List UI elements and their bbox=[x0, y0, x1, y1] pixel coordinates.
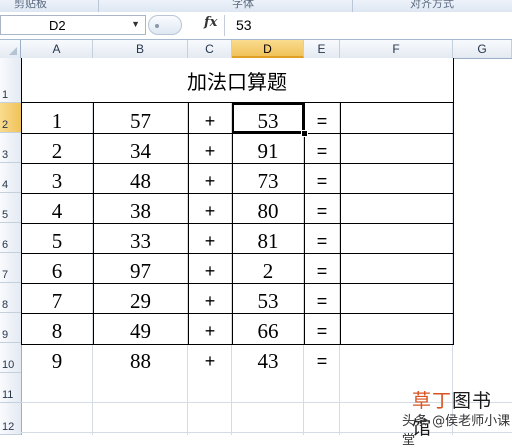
cell-a5[interactable]: 4 bbox=[21, 196, 93, 226]
cell-d5[interactable]: 80 bbox=[232, 196, 304, 226]
row-header-5[interactable]: 5 bbox=[0, 193, 21, 223]
insert-function-icon[interactable]: fx bbox=[204, 15, 217, 30]
cell-a6[interactable]: 5 bbox=[21, 226, 93, 256]
column-header-f[interactable]: F bbox=[340, 40, 453, 58]
cell-c8[interactable]: + bbox=[188, 286, 232, 316]
ribbon-separator bbox=[352, 0, 353, 12]
cell-a2[interactable]: 1 bbox=[21, 106, 93, 136]
cell-e9[interactable]: = bbox=[304, 316, 340, 346]
row-number: 12 bbox=[2, 421, 15, 433]
formula-input[interactable]: 53 bbox=[236, 17, 252, 33]
cell-c6[interactable]: + bbox=[188, 226, 232, 256]
cell-b5[interactable]: 38 bbox=[93, 196, 188, 226]
cell-b4[interactable]: 48 bbox=[93, 166, 188, 196]
cell-c4[interactable]: + bbox=[188, 166, 232, 196]
name-box[interactable]: D2 ▼ bbox=[0, 15, 146, 35]
cell-c2[interactable]: + bbox=[188, 106, 232, 136]
cell-e6[interactable]: = bbox=[304, 226, 340, 256]
row-number: 3 bbox=[2, 149, 9, 161]
name-box-value: D2 bbox=[49, 18, 66, 33]
ribbon-separator bbox=[98, 0, 99, 12]
row-number: 5 bbox=[2, 209, 9, 221]
row-header-7[interactable]: 7 bbox=[0, 253, 21, 283]
watermark-brand-part1: 草丁 bbox=[412, 390, 453, 412]
formula-bar-resize-handle[interactable] bbox=[148, 15, 182, 35]
row-header-8[interactable]: 8 bbox=[0, 283, 21, 313]
table-border bbox=[340, 103, 341, 345]
cell-c10[interactable]: + bbox=[188, 346, 232, 376]
row-header-12[interactable]: 12 bbox=[0, 403, 21, 435]
active-cell-border bbox=[232, 103, 304, 133]
row-header-10[interactable]: 10 bbox=[0, 343, 21, 373]
fill-handle[interactable] bbox=[301, 130, 308, 137]
cell-d6[interactable]: 81 bbox=[232, 226, 304, 256]
select-all-button[interactable] bbox=[0, 40, 21, 58]
column-header-a[interactable]: A bbox=[21, 40, 93, 58]
cell-d9[interactable]: 66 bbox=[232, 316, 304, 346]
cell-b7[interactable]: 97 bbox=[93, 256, 188, 286]
cell-b10[interactable]: 88 bbox=[93, 346, 188, 376]
cell-a7[interactable]: 6 bbox=[21, 256, 93, 286]
cell-b9[interactable]: 49 bbox=[93, 316, 188, 346]
cell-b2[interactable]: 57 bbox=[93, 106, 188, 136]
grip-dot-icon bbox=[155, 24, 159, 28]
cell-e2[interactable]: = bbox=[304, 106, 340, 136]
row-number: 9 bbox=[2, 329, 9, 341]
cell-c5[interactable]: + bbox=[188, 196, 232, 226]
column-header-bar: A B C D E F G bbox=[0, 40, 512, 59]
cell-b3[interactable]: 34 bbox=[93, 136, 188, 166]
row-number: 1 bbox=[2, 89, 9, 101]
cell-d10[interactable]: 43 bbox=[232, 346, 304, 376]
row-number: 10 bbox=[2, 359, 15, 371]
column-header-d[interactable]: D bbox=[232, 40, 304, 58]
cell-e8[interactable]: = bbox=[304, 286, 340, 316]
cell-a3[interactable]: 2 bbox=[21, 136, 93, 166]
cell-e5[interactable]: = bbox=[304, 196, 340, 226]
formula-bar: D2 ▼ fx 53 bbox=[0, 12, 512, 40]
cell-c7[interactable]: + bbox=[188, 256, 232, 286]
cell-e10[interactable]: = bbox=[304, 346, 340, 376]
chevron-down-icon[interactable]: ▼ bbox=[131, 19, 140, 29]
sheet-title-cell[interactable]: 加法口算题 bbox=[21, 58, 453, 102]
cell-b8[interactable]: 29 bbox=[93, 286, 188, 316]
row-header-3[interactable]: 3 bbox=[0, 133, 21, 163]
cell-a10[interactable]: 9 bbox=[21, 346, 93, 376]
cell-d4[interactable]: 73 bbox=[232, 166, 304, 196]
watermark-author: 头条 @侯老师小课堂 bbox=[402, 414, 511, 448]
column-header-g[interactable]: G bbox=[453, 40, 512, 58]
cell-a4[interactable]: 3 bbox=[21, 166, 93, 196]
row-number: 6 bbox=[2, 239, 9, 251]
select-all-icon bbox=[9, 47, 17, 55]
row-header-9[interactable]: 9 bbox=[0, 313, 21, 343]
cell-d8[interactable]: 53 bbox=[232, 286, 304, 316]
cell-c9[interactable]: + bbox=[188, 316, 232, 346]
ribbon-group-font[interactable]: 字体 bbox=[232, 0, 254, 11]
column-header-b[interactable]: B bbox=[93, 40, 188, 58]
row-number: 7 bbox=[2, 269, 9, 281]
row-header-bar: 1 2 3 4 5 6 7 8 9 10 11 12 bbox=[0, 58, 22, 435]
row-number: 8 bbox=[2, 299, 9, 311]
cell-e3[interactable]: = bbox=[304, 136, 340, 166]
cell-d3[interactable]: 91 bbox=[232, 136, 304, 166]
cell-a9[interactable]: 8 bbox=[21, 316, 93, 346]
cell-d7[interactable]: 2 bbox=[232, 256, 304, 286]
row-header-11[interactable]: 11 bbox=[0, 373, 21, 403]
formula-separator bbox=[224, 15, 225, 36]
row-header-1[interactable]: 1 bbox=[0, 58, 21, 103]
cell-b6[interactable]: 33 bbox=[93, 226, 188, 256]
ribbon-group-alignment[interactable]: 对齐方式 bbox=[410, 0, 454, 11]
cell-a8[interactable]: 7 bbox=[21, 286, 93, 316]
column-header-e[interactable]: E bbox=[304, 40, 340, 58]
row-number: 11 bbox=[2, 389, 14, 401]
row-header-6[interactable]: 6 bbox=[0, 223, 21, 253]
ribbon-group-clipboard[interactable]: 剪贴板 bbox=[14, 0, 47, 11]
row-header-2[interactable]: 2 bbox=[0, 103, 21, 133]
row-number: 2 bbox=[2, 119, 9, 131]
row-header-4[interactable]: 4 bbox=[0, 163, 21, 193]
cell-c3[interactable]: + bbox=[188, 136, 232, 166]
cell-e7[interactable]: = bbox=[304, 256, 340, 286]
column-header-c[interactable]: C bbox=[188, 40, 232, 58]
row-number: 4 bbox=[2, 179, 9, 191]
cell-e4[interactable]: = bbox=[304, 166, 340, 196]
